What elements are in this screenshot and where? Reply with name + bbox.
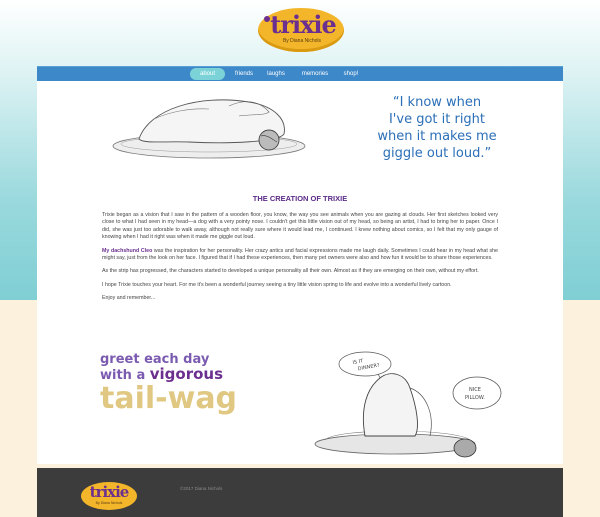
- footer-logo[interactable]: trixie By Diana Nichols: [81, 482, 137, 510]
- logo-text: trixie: [89, 483, 130, 501]
- nav-item-shop[interactable]: shop!: [339, 68, 363, 80]
- nav-item-friends[interactable]: friends: [230, 68, 258, 80]
- quote-line: I've got it right: [388, 112, 486, 127]
- paragraph: As the strip has progressed, the charact…: [102, 268, 479, 275]
- paragraph: I hope Trixie touches your heart. For me…: [102, 281, 452, 288]
- quote-line: giggle out loud.”: [382, 146, 492, 161]
- site-logo[interactable]: trixie By Diana Nichols: [258, 8, 344, 54]
- copyright-text: ©2017 Diana Nichols: [180, 486, 223, 491]
- quote-line: “I know when: [392, 95, 482, 110]
- hero-quote: “I know when I've got it right when it m…: [337, 94, 537, 162]
- nav-item-memories[interactable]: memories: [297, 68, 333, 80]
- bubble-text: NICE: [469, 387, 481, 393]
- page-content: about friends laughs memories shop! “I k…: [37, 66, 563, 464]
- logo-subtitle: By Diana Nichols: [95, 501, 123, 505]
- greeting-graphic: greet each day with a vigorous tail-wag: [100, 353, 250, 415]
- main-nav: about friends laughs memories shop!: [37, 66, 563, 81]
- paragraph: Enjoy and remember...: [102, 295, 156, 302]
- logo-subtitle: By Diana Nichols: [282, 38, 322, 44]
- paragraph-text: was the inspiration for her personality.…: [102, 247, 498, 262]
- footer: trixie By Diana Nichols ©2017 Diana Nich…: [37, 468, 563, 517]
- nav-item-about[interactable]: about: [190, 68, 225, 80]
- paragraph: Trixie began as a vision that I saw in t…: [102, 212, 498, 241]
- sleeping-dog-sketch: [112, 99, 306, 159]
- nav-item-laughs[interactable]: laughs: [263, 68, 289, 80]
- logo-text: trixie: [270, 10, 337, 39]
- bubble-text: PILLOW.: [465, 395, 485, 401]
- dog-pillow-sketch: IS IT DINNER? NICE PILLOW.: [314, 351, 502, 458]
- article-body: Trixie began as a vision that I saw in t…: [102, 212, 498, 309]
- quote-line: when it makes me: [377, 129, 497, 144]
- paragraph: My dachshund Cleo was the inspiration fo…: [102, 248, 498, 263]
- tail-wag-text: tail-wag: [100, 381, 238, 416]
- cleo-highlight: My dachshund Cleo: [102, 247, 153, 254]
- page-title: THE CREATION OF TRIXIE: [252, 194, 348, 203]
